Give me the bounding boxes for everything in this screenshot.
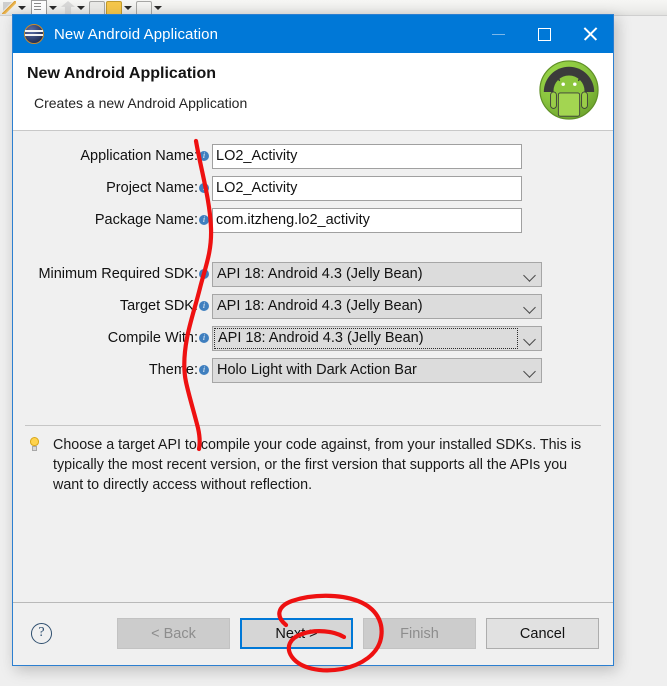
close-icon [582, 26, 598, 42]
package-name-label: Package Name: [94, 212, 198, 228]
next-button-label: Next > [275, 625, 318, 642]
new-android-application-dialog: New Android Application New Android Appl… [12, 14, 614, 666]
application-name-label: Application Name: [80, 148, 198, 164]
window-title: New Android Application [54, 25, 219, 43]
dialog-body: Application Name: LO2_Activity Project N… [13, 131, 613, 503]
form-spacer [13, 239, 613, 261]
eclipse-icon [24, 24, 44, 44]
chevron-down-icon [519, 263, 541, 286]
minimize-icon [491, 33, 505, 35]
target-sdk-label: Target SDK: [119, 298, 198, 314]
compile-with-select[interactable]: API 18: Android 4.3 (Jelly Bean) [212, 325, 542, 351]
field-row-theme: Theme: Holo Light with Dark Action Bar [13, 357, 613, 383]
chevron-down-icon[interactable] [76, 1, 85, 14]
info-icon[interactable] [199, 299, 209, 312]
compile-with-value: API 18: Android 4.3 (Jelly Bean) [214, 327, 518, 349]
info-icon[interactable] [199, 149, 209, 162]
info-icon[interactable] [199, 267, 209, 280]
theme-select[interactable]: Holo Light with Dark Action Bar [212, 357, 542, 383]
package-name-input[interactable]: com.itzheng.lo2_activity [212, 207, 522, 233]
finish-button[interactable]: Finish [363, 618, 476, 649]
field-row-minimum-required-sdk: Minimum Required SDK: API 18: Android 4.… [13, 261, 613, 287]
chevron-down-icon[interactable] [153, 1, 162, 14]
help-button[interactable]: ? [31, 623, 52, 644]
chevron-down-icon [519, 359, 541, 382]
chevron-down-icon[interactable] [48, 1, 57, 14]
close-button[interactable] [567, 15, 613, 53]
dialog-header: New Android Application Creates a new An… [13, 53, 613, 131]
minimum-required-sdk-select[interactable]: API 18: Android 4.3 (Jelly Bean) [212, 261, 542, 287]
back-button-label: < Back [151, 625, 196, 642]
field-row-project-name: Project Name: LO2_Activity [13, 175, 613, 201]
title-bar[interactable]: New Android Application [13, 15, 613, 53]
info-icon[interactable] [199, 331, 209, 344]
chevron-down-icon [519, 327, 541, 350]
up-arrow-icon[interactable] [61, 1, 75, 14]
next-button[interactable]: Next > [240, 618, 353, 649]
info-icon[interactable] [199, 181, 209, 194]
field-row-compile-with: Compile With: API 18: Android 4.3 (Jelly… [13, 325, 613, 351]
field-row-target-sdk: Target SDK: API 18: Android 4.3 (Jelly B… [13, 293, 613, 319]
compile-with-label: Compile With: [107, 330, 198, 346]
application-name-input[interactable]: LO2_Activity [212, 143, 522, 169]
theme-value: Holo Light with Dark Action Bar [217, 361, 417, 378]
dialog-button-bar: ? < Back Next > Finish Cancel [13, 602, 613, 665]
finish-button-label: Finish [400, 625, 439, 642]
android-robot-icon [539, 60, 599, 120]
page-title: New Android Application [27, 65, 217, 82]
minimum-required-sdk-label: Minimum Required SDK: [38, 266, 198, 282]
minimize-button[interactable] [475, 15, 521, 53]
pencil-icon[interactable] [2, 1, 16, 14]
chevron-down-icon[interactable] [17, 1, 26, 14]
maximize-button[interactable] [521, 15, 567, 53]
cancel-button-label: Cancel [519, 625, 566, 642]
cancel-button[interactable]: Cancel [486, 618, 599, 649]
note-icon[interactable] [31, 0, 47, 15]
hint-area: Choose a target API to compile your code… [27, 435, 599, 495]
target-sdk-select[interactable]: API 18: Android 4.3 (Jelly Bean) [212, 293, 542, 319]
project-name-label: Project Name: [106, 180, 198, 196]
chevron-down-icon [519, 295, 541, 318]
form: Application Name: LO2_Activity Project N… [13, 143, 613, 389]
divider [25, 425, 601, 426]
field-row-application-name: Application Name: LO2_Activity [13, 143, 613, 169]
window-controls [475, 15, 613, 53]
hint-text: Choose a target API to compile your code… [53, 437, 582, 493]
target-sdk-value: API 18: Android 4.3 (Jelly Bean) [217, 297, 423, 314]
project-name-input[interactable]: LO2_Activity [212, 175, 522, 201]
info-icon[interactable] [199, 213, 209, 226]
page-subtitle: Creates a new Android Application [34, 95, 248, 111]
lightbulb-icon [27, 437, 43, 455]
maximize-icon [537, 27, 551, 41]
chevron-down-icon[interactable] [123, 1, 132, 14]
minimum-required-sdk-value: API 18: Android 4.3 (Jelly Bean) [217, 265, 423, 282]
dialog-buttons: < Back Next > Finish Cancel [117, 618, 599, 649]
theme-label: Theme: [148, 362, 198, 378]
screen: New Android Application New Android Appl… [0, 0, 667, 686]
back-button[interactable]: < Back [117, 618, 230, 649]
info-icon[interactable] [199, 363, 209, 376]
field-row-package-name: Package Name: com.itzheng.lo2_activity [13, 207, 613, 233]
